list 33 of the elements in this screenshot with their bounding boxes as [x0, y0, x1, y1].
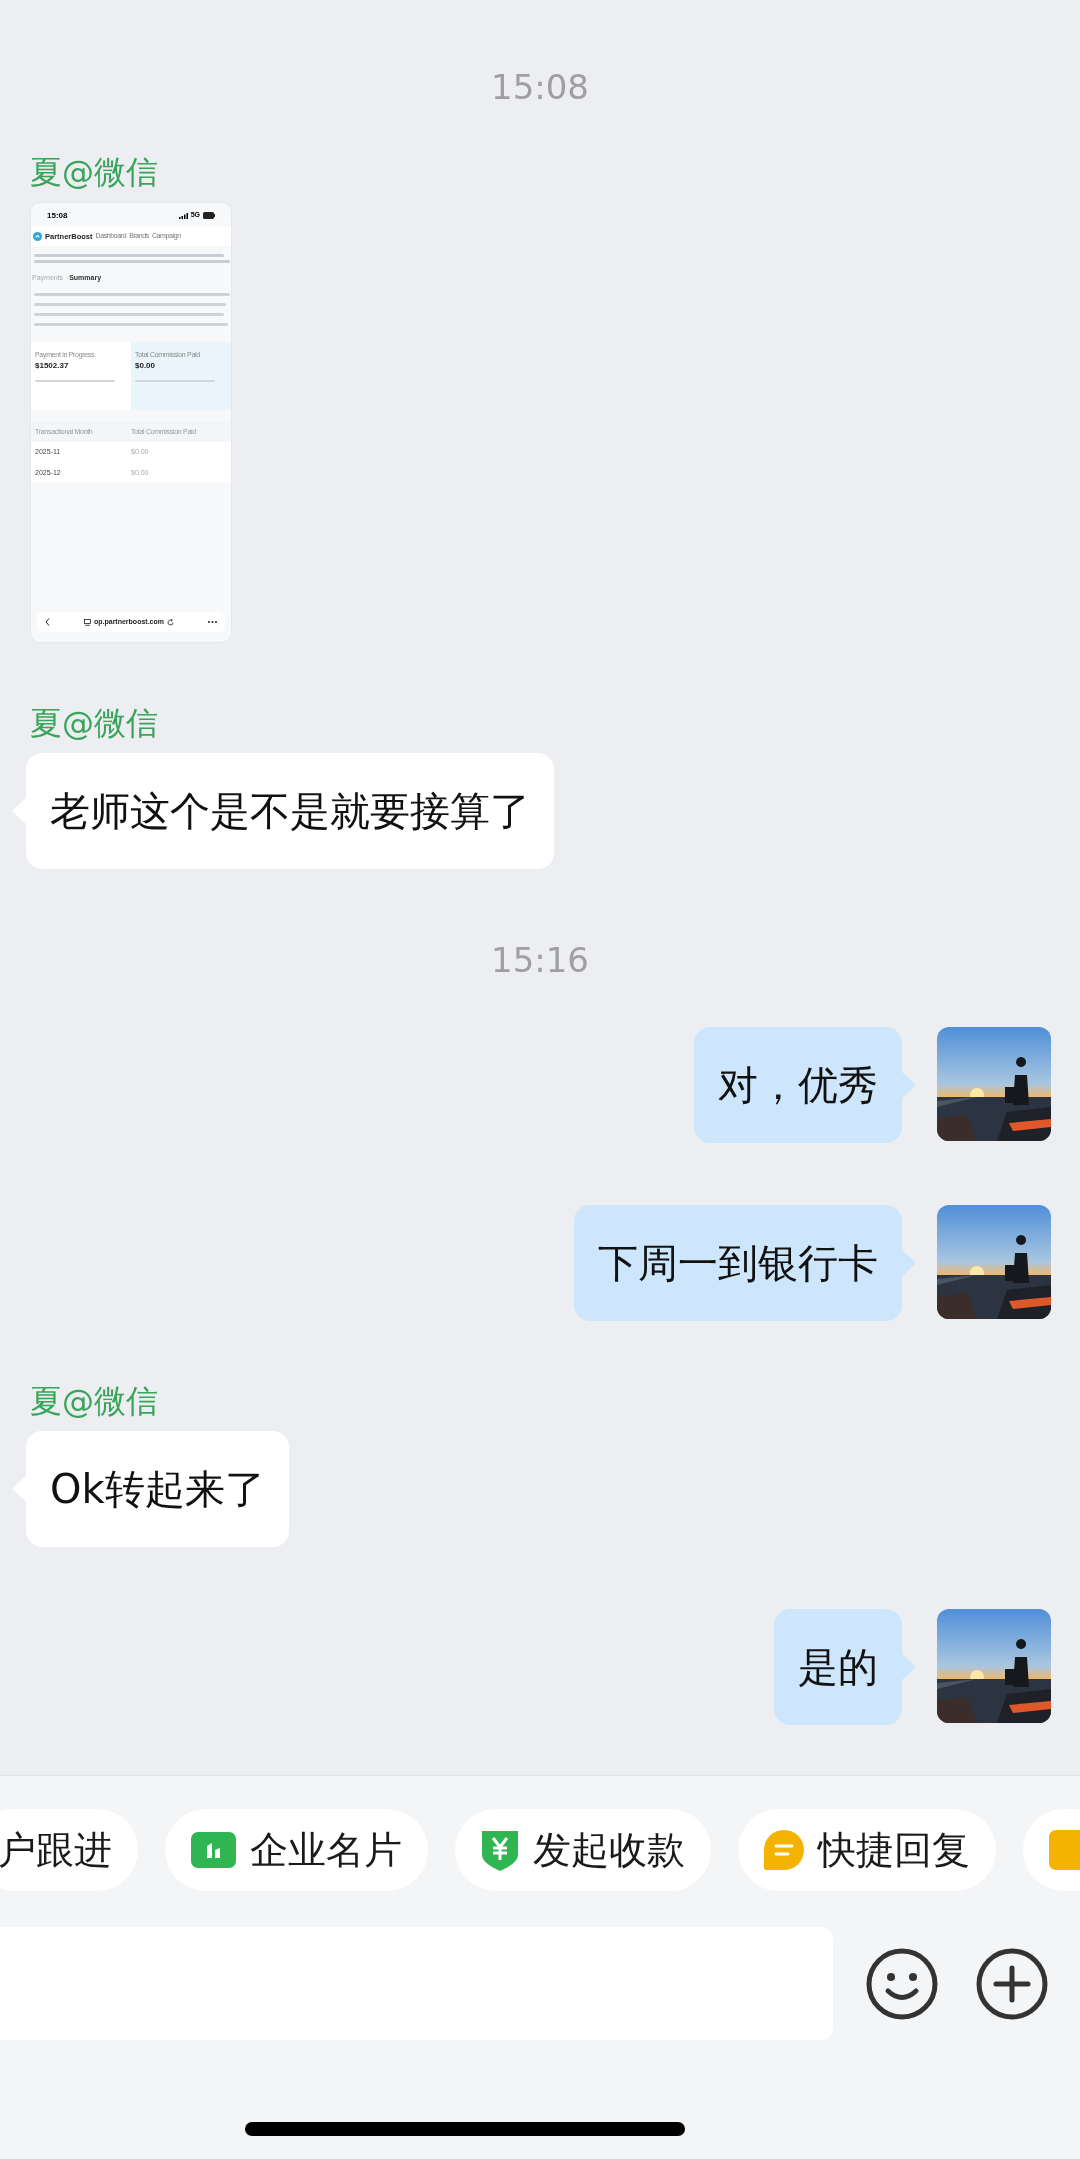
emoji-icon[interactable] — [866, 1947, 938, 2020]
chat-icon — [764, 1830, 804, 1870]
card-amount: $1502.37 — [35, 360, 70, 373]
signal-icon — [178, 212, 188, 219]
bubble-tail — [902, 1072, 916, 1098]
quick-action-chip[interactable]: 快捷回复 — [738, 1809, 996, 1891]
screenshot-thumbnail[interactable] — [30, 202, 232, 643]
tabs-icon[interactable] — [84, 618, 91, 626]
back-icon[interactable] — [45, 618, 50, 626]
message-bubble: 老师这个是不是就要接算了 — [26, 753, 554, 869]
card-amount: $0.00 — [135, 360, 157, 373]
note-icon — [1049, 1830, 1080, 1870]
plus-icon[interactable] — [976, 1947, 1048, 2020]
message-bubble: 下周一到银行卡 — [574, 1205, 902, 1321]
sender-name: 夏@微信 — [30, 154, 158, 190]
logo-icon — [33, 232, 42, 242]
sender-name: 夏@微信 — [30, 1383, 158, 1419]
timestamp: 15:16 — [491, 941, 589, 979]
message-bubble: Ok转起来了 — [26, 1431, 289, 1547]
timestamp: 15:08 — [491, 68, 589, 106]
reload-icon[interactable] — [167, 618, 174, 626]
yuan-shield-icon — [481, 1829, 519, 1871]
quick-action-chip[interactable]: 企业名片 — [165, 1809, 428, 1891]
sender-name: 夏@微信 — [30, 705, 158, 741]
message-bubble: 是的 — [774, 1609, 902, 1725]
bubble-tail — [902, 1654, 916, 1680]
battery-icon — [203, 212, 215, 219]
bubble-tail — [902, 1250, 916, 1276]
status-time: 15:08 — [47, 209, 68, 222]
message-bubble: 对，优秀 — [694, 1027, 902, 1143]
quick-action-chip[interactable]: 发起收款 — [455, 1809, 711, 1891]
quick-action-chip[interactable]: 户跟进 — [0, 1809, 138, 1891]
card-icon — [191, 1832, 236, 1868]
